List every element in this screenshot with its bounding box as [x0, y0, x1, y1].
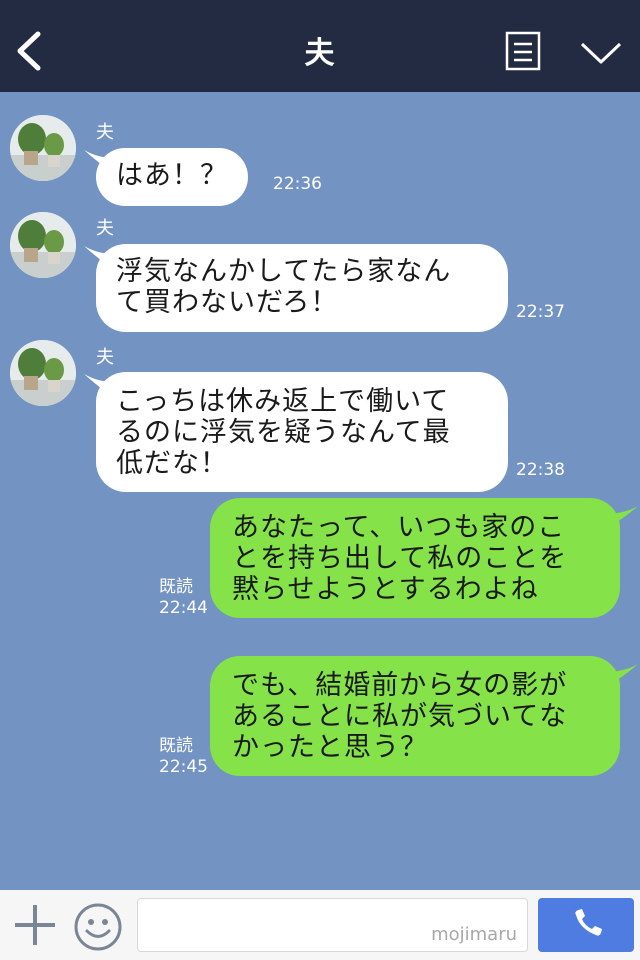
- note-icon: [505, 31, 541, 71]
- read-receipt: 既読: [159, 736, 193, 756]
- chevron-down-icon: [580, 42, 622, 64]
- note-button[interactable]: [505, 31, 541, 71]
- chat-header: 夫: [0, 0, 640, 92]
- avatar[interactable]: [10, 340, 76, 406]
- message-time: 22:44: [159, 598, 208, 618]
- message-bubble-incoming: 浮気なんかしてたら家なん て買わないだろ！: [96, 244, 508, 332]
- smiley-icon: [74, 903, 122, 951]
- input-bar: mojimaru: [0, 890, 640, 960]
- add-button[interactable]: [12, 902, 58, 948]
- avatar[interactable]: [10, 115, 76, 181]
- plant-avatar-icon: [10, 115, 76, 181]
- message-time: 22:36: [273, 174, 322, 194]
- sender-name: 夫: [96, 122, 114, 143]
- sender-name: 夫: [96, 347, 114, 368]
- message-bubble-outgoing: あなたって、いつも家のこ とを持ち出して私のことを 黙らせようとするわよね: [210, 498, 620, 618]
- call-button[interactable]: [538, 898, 634, 952]
- plant-avatar-icon: [10, 340, 76, 406]
- avatar[interactable]: [10, 212, 76, 278]
- chat-title: 夫: [304, 36, 336, 71]
- message-time: 22:38: [516, 460, 565, 480]
- message-bubble-outgoing: でも、結婚前から女の影が あることに私が気づいてな かったと思う？: [210, 656, 620, 776]
- message-time: 22:37: [516, 302, 565, 322]
- message-bubble-incoming: はあ！？: [96, 148, 248, 206]
- emoji-button[interactable]: [73, 902, 123, 952]
- menu-button[interactable]: [578, 38, 624, 68]
- plant-avatar-icon: [10, 212, 76, 278]
- phone-icon: [575, 909, 602, 936]
- message-input[interactable]: mojimaru: [137, 898, 528, 952]
- message-time: 22:45: [159, 757, 208, 777]
- read-receipt: 既読: [159, 577, 193, 597]
- watermark-text: mojimaru: [431, 924, 517, 945]
- message-bubble-incoming: こっちは休み返上で働いて るのに浮気を疑うなんて最 低だな！: [96, 372, 508, 492]
- plus-icon: [15, 905, 55, 945]
- sender-name: 夫: [96, 218, 114, 239]
